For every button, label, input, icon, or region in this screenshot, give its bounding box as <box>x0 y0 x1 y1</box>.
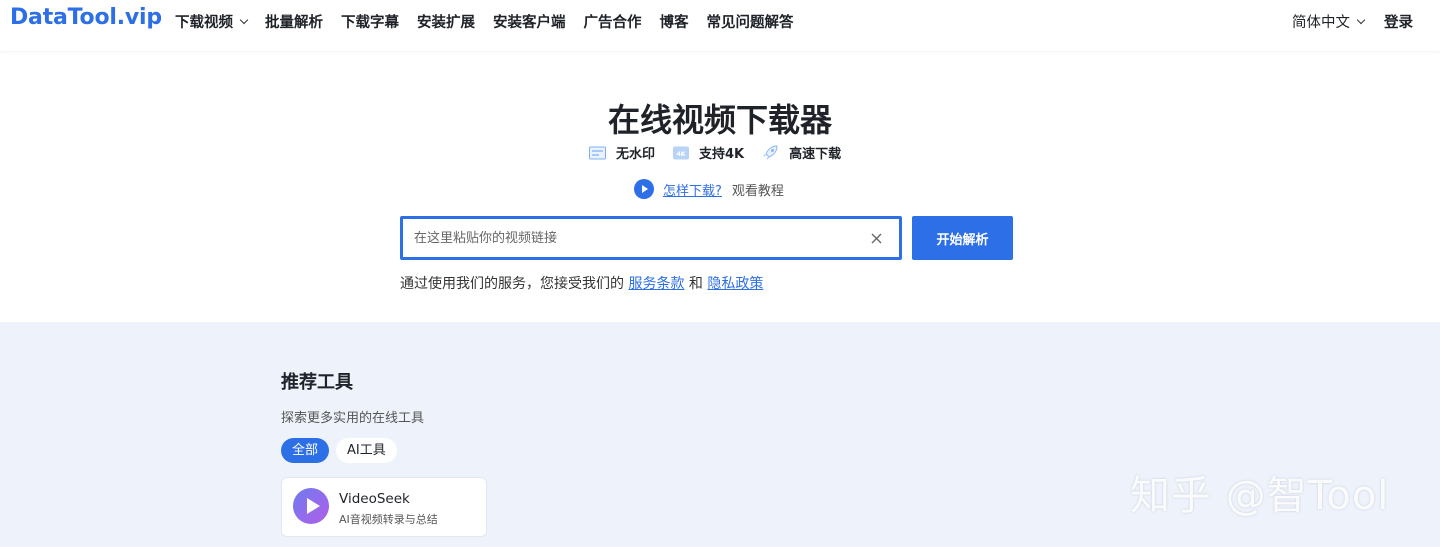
nav-item-label: 下载视频 <box>175 15 233 31</box>
top-navbar: DataTool.vip 下载视频 批量解析 下载字幕 安装扩展 安装客户端 广… <box>0 0 1440 51</box>
nav-item-faq[interactable]: 常见问题解答 <box>707 11 794 32</box>
page-title: 在线视频下载器 <box>607 101 832 139</box>
feature-label: 高速下载 <box>789 147 842 162</box>
tools-subtitle: 探索更多实用的在线工具 <box>281 411 425 426</box>
privacy-policy-link[interactable]: 隐私政策 <box>707 276 763 292</box>
video-url-input[interactable] <box>403 219 861 257</box>
login-button[interactable]: 登录 <box>1384 11 1413 32</box>
howto-row: 怎样下载? 观看教程 <box>634 179 784 199</box>
videoseek-play-icon <box>293 488 329 524</box>
language-label: 简体中文 <box>1292 15 1350 31</box>
feature-label: 支持4K <box>699 147 745 162</box>
nav-item-blog[interactable]: 博客 <box>660 11 689 32</box>
no-watermark-icon <box>589 146 606 159</box>
terms-and: 和 <box>688 276 703 292</box>
terms-prefix: 通过使用我们的服务，您接受我们的 <box>400 276 624 292</box>
nav-item-install-client[interactable]: 安装客户端 <box>493 11 566 32</box>
tool-name: VideoSeek <box>339 491 410 507</box>
tab-all[interactable]: 全部 <box>281 438 330 463</box>
nav-item-batch-parse[interactable]: 批量解析 <box>265 11 323 32</box>
tool-card-videoseek[interactable]: VideoSeek AI音视频转录与总结 <box>281 477 487 537</box>
watermark: 知乎 @智Tool <box>1130 473 1390 519</box>
terms-of-service-link[interactable]: 服务条款 <box>628 276 684 292</box>
feature-label: 无水印 <box>616 147 656 162</box>
watch-tutorial-text: 观看教程 <box>731 183 784 199</box>
nav-item-download-subtitles[interactable]: 下载字幕 <box>341 11 399 32</box>
feature-list: 无水印 4K 支持4K 高速下载 <box>589 143 859 162</box>
nav-item-download-video[interactable]: 下载视频 <box>175 11 249 32</box>
feature-high-speed: 高速下载 <box>762 143 841 162</box>
nav-item-install-extension[interactable]: 安装扩展 <box>417 11 475 32</box>
rocket-icon <box>763 145 778 160</box>
svg-text:4K: 4K <box>677 151 686 158</box>
chevron-down-icon <box>1356 15 1366 24</box>
howto-link[interactable]: 怎样下载? <box>663 180 722 199</box>
play-icon[interactable] <box>634 179 654 199</box>
chevron-down-icon <box>239 15 249 24</box>
tab-ai-tools[interactable]: AI工具 <box>336 438 397 463</box>
tool-description: AI音视频转录与总结 <box>339 513 438 526</box>
url-input-box <box>400 216 902 260</box>
start-parse-button[interactable]: 开始解析 <box>912 216 1013 260</box>
4k-icon: 4K <box>673 146 690 159</box>
site-logo[interactable]: DataTool.vip <box>10 5 162 30</box>
close-icon[interactable] <box>861 223 891 253</box>
nav-item-advertising[interactable]: 广告合作 <box>584 11 642 32</box>
main-nav: 下载视频 批量解析 下载字幕 安装扩展 安装客户端 广告合作 博客 常见问题解答 <box>175 11 812 32</box>
feature-4k: 4K 支持4K <box>673 143 744 162</box>
feature-no-watermark: 无水印 <box>589 143 655 162</box>
terms-notice: 通过使用我们的服务，您接受我们的 服务条款 和 隐私政策 <box>400 273 763 293</box>
language-selector[interactable]: 简体中文 <box>1292 11 1366 32</box>
tools-title: 推荐工具 <box>281 372 353 393</box>
tools-tabs: 全部 AI工具 <box>281 438 404 463</box>
